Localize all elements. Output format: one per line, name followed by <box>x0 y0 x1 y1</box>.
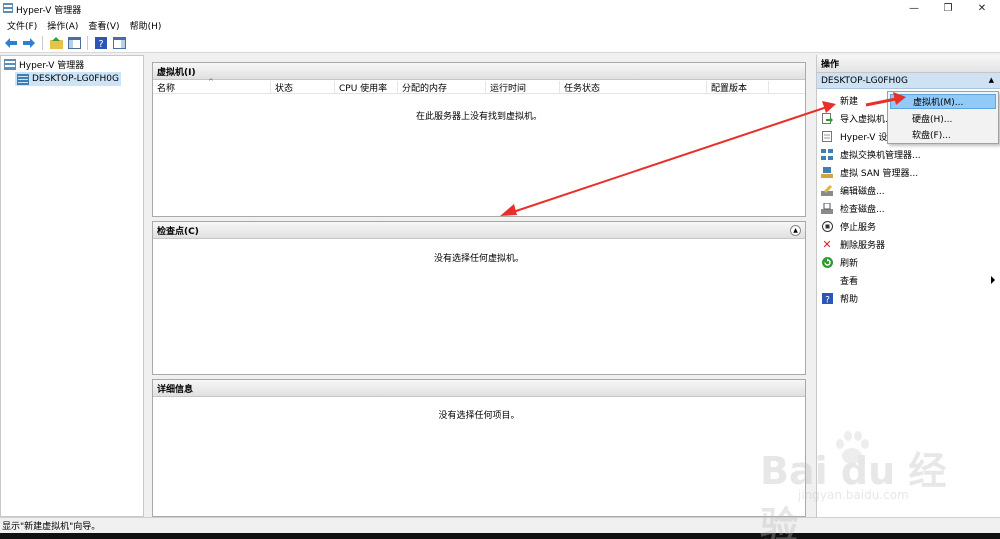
action-edit-disk[interactable]: 编辑磁盘... <box>817 181 1000 199</box>
svg-text:?: ? <box>98 39 103 49</box>
maximize-button[interactable]: ❐ <box>932 0 964 17</box>
action-inspect-disk[interactable]: 检查磁盘... <box>817 199 1000 217</box>
window-title: Hyper-V 管理器 <box>16 6 82 16</box>
action-switch-manager[interactable]: 虚拟交换机管理器... <box>817 145 1000 163</box>
edit-disk-icon <box>821 184 833 196</box>
svg-text:?: ? <box>825 295 830 304</box>
show-hide-tree-icon[interactable] <box>66 35 82 51</box>
close-button[interactable]: ✕ <box>966 0 998 17</box>
show-hide-action-pane-icon[interactable] <box>111 35 127 51</box>
toolbar: ? <box>0 33 1000 53</box>
action-label: 虚拟 SAN 管理器... <box>840 168 919 179</box>
vm-empty-message: 在此服务器上没有找到虚拟机。 <box>415 112 542 122</box>
forward-icon[interactable] <box>21 35 37 51</box>
col-header-uptime[interactable]: 运行时间 <box>486 81 560 94</box>
col-header-cpu[interactable]: CPU 使用率 <box>335 81 398 94</box>
submenu-item-floppy-disk[interactable]: 软盘(F)... <box>890 127 996 142</box>
action-stop-service[interactable]: 停止服务 <box>817 217 1000 235</box>
vm-table-header: 名称 ^ 状态 CPU 使用率 分配的内存 运行时间 任务状态 配置版本 <box>153 78 805 94</box>
remove-server-icon: ✕ <box>822 237 832 251</box>
menu-help[interactable]: 帮助(H) <box>125 19 167 32</box>
minimize-button[interactable]: — <box>898 0 930 17</box>
action-san-manager[interactable]: 虚拟 SAN 管理器... <box>817 163 1000 181</box>
action-label: 新建 <box>840 96 859 107</box>
checkpoint-pane-title: 检查点(C) <box>157 226 199 237</box>
hyperv-app-icon <box>3 3 13 13</box>
settings-doc-icon <box>821 130 833 142</box>
checkpoint-pane: 检查点(C) ▲ 没有选择任何虚拟机。 <box>152 221 806 375</box>
actions-section-label: DESKTOP-LG0FH0G <box>821 75 908 86</box>
status-bar: 显示"新建虚拟机"向导。 <box>0 517 1000 533</box>
action-label: 删除服务器 <box>840 240 886 251</box>
action-remove-server[interactable]: ✕ 删除服务器 <box>817 235 1000 253</box>
col-header-config-version[interactable]: 配置版本 <box>707 81 769 94</box>
action-label: 编辑磁盘... <box>840 186 885 197</box>
action-help[interactable]: ? 帮助 <box>817 289 1000 307</box>
col-header-status[interactable]: 状态 <box>271 81 335 94</box>
action-refresh[interactable]: 刷新 <box>817 253 1000 271</box>
taskbar <box>0 533 1000 539</box>
stop-service-icon <box>821 220 833 232</box>
col-header-task-status[interactable]: 任务状态 <box>560 81 707 94</box>
menu-file[interactable]: 文件(F) <box>2 19 42 32</box>
action-label: 查看 <box>840 276 859 287</box>
toolbar-separator <box>87 35 88 50</box>
submenu-arrow-icon <box>991 276 995 284</box>
up-folder-icon[interactable] <box>48 35 64 51</box>
details-pane: 详细信息 没有选择任何项目。 <box>152 379 806 517</box>
help-icon[interactable]: ? <box>93 35 109 51</box>
help-icon: ? <box>821 292 833 304</box>
action-label: 导入虚拟机... <box>840 114 894 125</box>
col-header-memory[interactable]: 分配的内存 <box>398 81 486 94</box>
vm-pane-title: 虚拟机(I) <box>153 63 805 80</box>
action-label: 虚拟交换机管理器... <box>840 150 921 161</box>
details-pane-title: 详细信息 <box>153 380 805 397</box>
refresh-icon <box>821 256 833 268</box>
new-icon <box>821 94 833 106</box>
import-vm-icon <box>821 112 833 124</box>
submenu-item-hard-disk[interactable]: 硬盘(H)... <box>890 111 996 126</box>
hyperv-manager-icon <box>4 58 16 70</box>
action-label: 检查磁盘... <box>840 204 885 215</box>
console-tree: Hyper-V 管理器 DESKTOP-LG0FH0G <box>0 55 144 517</box>
submenu-item-virtual-machine[interactable]: 虚拟机(M)... <box>890 94 996 109</box>
tree-item-root[interactable]: Hyper-V 管理器 <box>2 57 86 71</box>
sort-up-icon: ^ <box>208 78 214 86</box>
tree-item-label: DESKTOP-LG0FH0G <box>32 74 119 84</box>
checkpoint-pane-header: 检查点(C) ▲ <box>153 222 805 239</box>
action-label: 帮助 <box>840 294 859 305</box>
actions-header: 操作 <box>817 55 1000 73</box>
menu-view[interactable]: 查看(V) <box>83 19 124 32</box>
toolbar-separator <box>42 35 43 50</box>
menu-bar: 文件(F) 操作(A) 查看(V) 帮助(H) <box>0 17 1000 33</box>
new-submenu: 虚拟机(M)... 硬盘(H)... 软盘(F)... <box>887 91 999 144</box>
inspect-disk-icon <box>821 202 833 214</box>
collapse-icon[interactable]: ▲ <box>790 225 801 236</box>
center-panel: 虚拟机(I) 名称 ^ 状态 CPU 使用率 分配的内存 运行时间 任务状态 配… <box>146 55 813 517</box>
action-view[interactable]: 查看 <box>817 271 1000 289</box>
san-manager-icon <box>821 166 833 178</box>
collapse-up-icon: ▲ <box>988 76 994 84</box>
checkpoint-empty-message: 没有选择任何虚拟机。 <box>433 254 524 264</box>
tree-item-label: Hyper-V 管理器 <box>19 60 85 71</box>
back-icon[interactable] <box>3 35 19 51</box>
details-empty-message: 没有选择任何项目。 <box>438 411 520 421</box>
vm-pane: 虚拟机(I) 名称 ^ 状态 CPU 使用率 分配的内存 运行时间 任务状态 配… <box>152 62 806 217</box>
server-icon <box>17 73 29 85</box>
actions-section-host[interactable]: DESKTOP-LG0FH0G ▲ <box>817 73 1000 89</box>
menu-action[interactable]: 操作(A) <box>42 19 83 32</box>
action-label: 刷新 <box>840 258 859 269</box>
switch-manager-icon <box>821 148 833 160</box>
blank-icon <box>821 274 833 286</box>
action-label: 停止服务 <box>840 222 877 233</box>
tree-item-host[interactable]: DESKTOP-LG0FH0G <box>15 72 121 86</box>
title-bar: Hyper-V 管理器 — ❐ ✕ <box>0 0 1000 17</box>
